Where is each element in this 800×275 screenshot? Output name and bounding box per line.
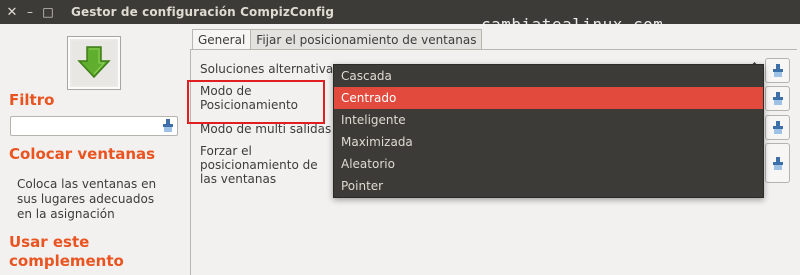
reset-button-force-placement[interactable] [765, 143, 790, 183]
section-heading: Colocar ventanas [9, 145, 156, 163]
brush-icon [772, 156, 783, 170]
placement-mode-dropdown[interactable]: Cascada Centrado Inteligente Maximizada … [333, 64, 764, 198]
menu-item-maximized[interactable]: Maximizada [334, 131, 763, 153]
enable-plugin-heading[interactable]: Usar este complemento [9, 233, 129, 271]
highlight-box [187, 80, 325, 124]
menu-item-centered[interactable]: Centrado [334, 87, 763, 109]
menu-item-random[interactable]: Aleatorio [334, 153, 763, 175]
reset-button-placement-mode[interactable] [765, 86, 790, 111]
menu-item-cascade[interactable]: Cascada [334, 65, 763, 87]
close-icon[interactable]: ✕ [3, 0, 21, 24]
filter-input[interactable] [10, 116, 178, 136]
brush-icon [772, 121, 783, 134]
title-bar: ✕ – □ Gestor de configuración CompizConf… [0, 0, 800, 24]
menu-item-pointer[interactable]: Pointer [334, 175, 763, 197]
option-workarounds: Soluciones alternativas [200, 62, 340, 76]
minimize-icon[interactable]: – [21, 0, 39, 24]
plugin-icon [67, 36, 121, 90]
option-multi-output: Modo de multi salidas [200, 122, 332, 136]
brush-icon[interactable] [162, 119, 174, 132]
tab-bar: General Fijar el posicionamiento de vent… [192, 29, 483, 50]
reset-button-multi-output[interactable] [765, 115, 790, 140]
reset-button-workarounds[interactable] [765, 58, 790, 83]
plugin-description: Coloca las ventanas en sus lugares adecu… [17, 177, 157, 221]
filter-heading: Filtro [9, 91, 55, 109]
menu-item-smart[interactable]: Inteligente [334, 109, 763, 131]
option-force-placement: Forzar el posicionamiento de las ventana… [200, 144, 318, 186]
down-arrow-icon [72, 41, 116, 85]
brush-icon [772, 92, 783, 105]
brush-icon [772, 64, 783, 77]
maximize-icon[interactable]: □ [39, 0, 57, 24]
left-panel: Filtro Colocar ventanas Coloca las venta… [0, 24, 190, 274]
window-title: Gestor de configuración CompizConfig [71, 5, 335, 19]
tab-general[interactable]: General [192, 29, 252, 50]
tab-fixed-placement[interactable]: Fijar el posicionamiento de ventanas [250, 29, 483, 49]
